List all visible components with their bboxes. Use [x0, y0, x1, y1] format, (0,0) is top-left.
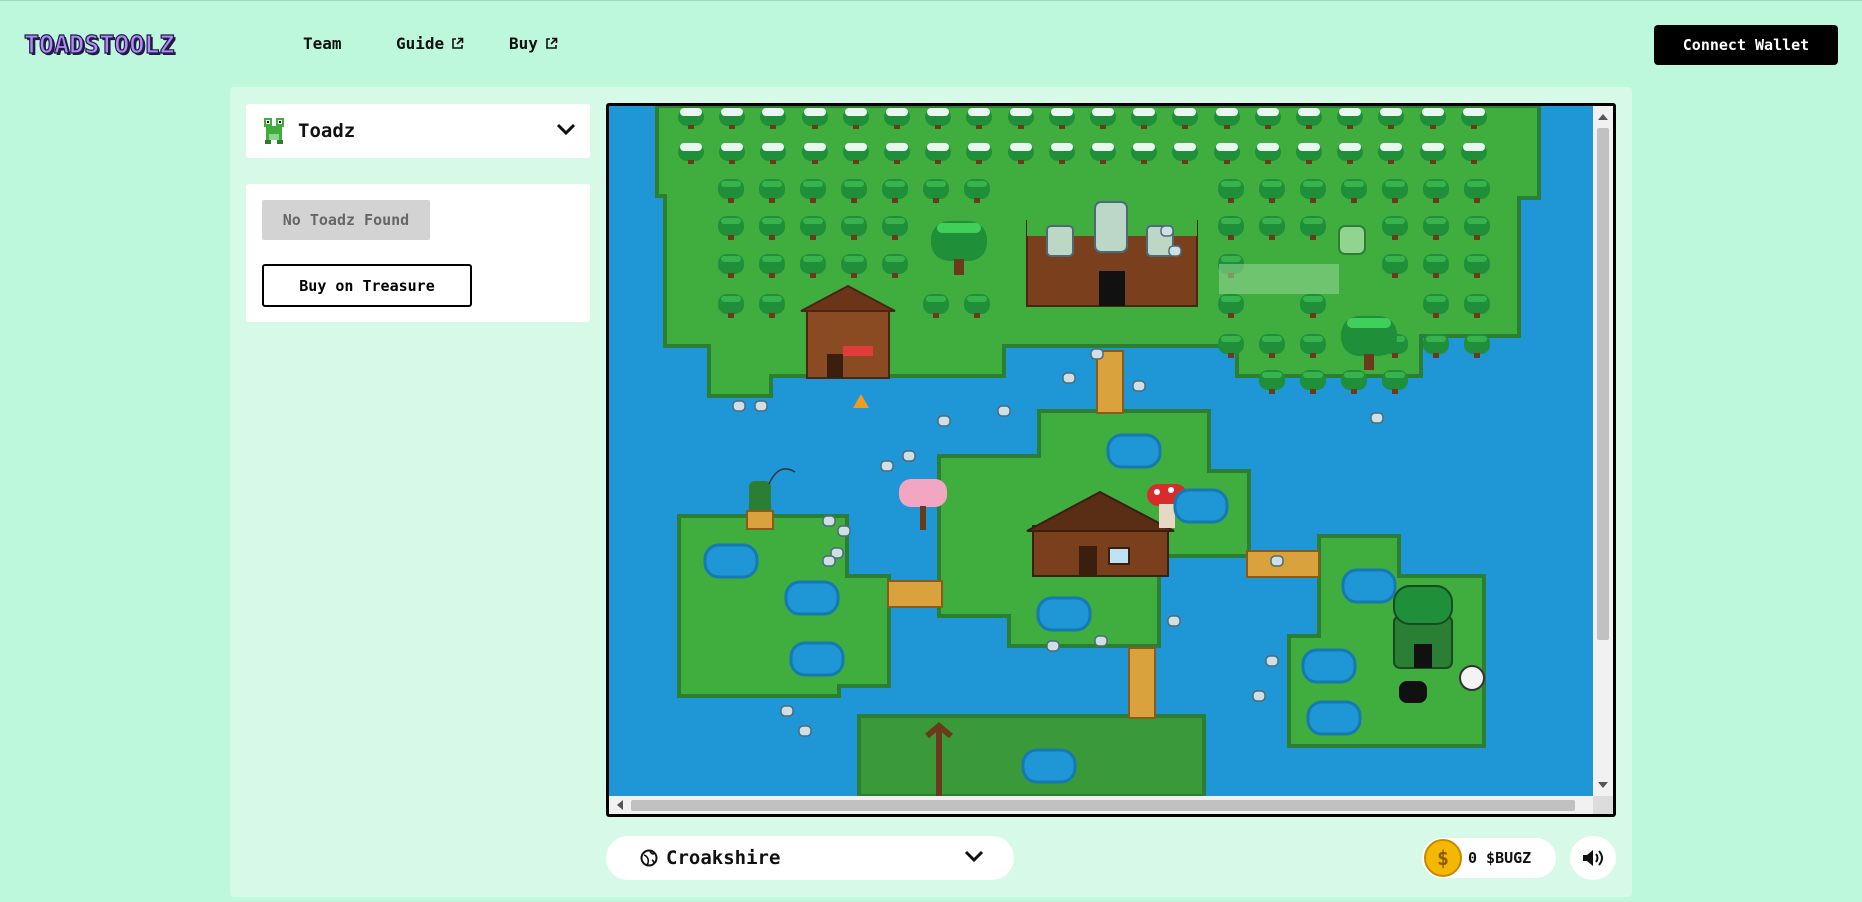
game-map[interactable] — [609, 106, 1593, 796]
sound-toggle-button[interactable] — [1570, 836, 1616, 880]
collection-select[interactable]: Toadz — [246, 104, 590, 158]
nav-buy-label: Buy — [509, 34, 538, 53]
rock — [1090, 348, 1104, 360]
external-link-icon — [546, 37, 558, 49]
connect-wallet-button[interactable]: Connect Wallet — [1654, 25, 1838, 65]
rock — [902, 450, 916, 462]
rock — [837, 525, 851, 537]
nav-team-label: Team — [303, 34, 342, 53]
game-map-viewport[interactable] — [606, 103, 1616, 817]
map-vertical-scroll-thumb[interactable] — [1597, 128, 1609, 640]
speaker-icon — [1583, 850, 1603, 866]
tree — [1300, 370, 1326, 394]
tree — [1382, 370, 1408, 394]
tree — [1341, 370, 1367, 394]
scroll-left-icon[interactable] — [617, 800, 623, 810]
tree — [1423, 334, 1449, 358]
bugz-coin-icon: $ — [1424, 839, 1462, 877]
map-horizontal-scrollbar[interactable] — [609, 796, 1613, 814]
rock — [880, 460, 894, 472]
rock — [1094, 635, 1108, 647]
header: TOADSTOOLZ Team Guide Buy Connect Wallet — [0, 0, 1862, 88]
rock — [822, 515, 836, 527]
nav-buy-link[interactable]: Buy — [509, 34, 558, 53]
no-toadz-badge: No Toadz Found — [262, 200, 430, 240]
globe-icon — [640, 849, 658, 867]
frog-icon — [264, 118, 284, 144]
world-select[interactable]: Croakshire — [606, 836, 1014, 880]
chevron-down-icon — [964, 850, 984, 863]
rock — [754, 400, 768, 412]
nav-guide-label: Guide — [396, 34, 445, 53]
nav-team-link[interactable]: Team — [303, 34, 342, 53]
rock — [1132, 380, 1146, 392]
scroll-down-icon[interactable] — [1598, 782, 1608, 788]
rock — [997, 405, 1011, 417]
nav-guide-link[interactable]: Guide — [396, 34, 464, 53]
bugz-balance-value: 0 $BUGZ — [1468, 849, 1532, 867]
rock — [1160, 225, 1174, 237]
rock — [1270, 555, 1284, 567]
toadstoolz-logo[interactable]: TOADSTOOLZ — [23, 29, 175, 59]
toadz-list: No Toadz Found Buy on Treasure — [246, 184, 590, 322]
external-link-icon — [452, 37, 464, 49]
rock — [822, 555, 836, 567]
collection-select-label: Toadz — [298, 120, 356, 142]
rock — [798, 725, 812, 737]
rock — [1252, 690, 1266, 702]
world-select-label: Croakshire — [666, 847, 781, 869]
map-horizontal-scroll-thumb[interactable] — [631, 800, 1575, 811]
map-vertical-scrollbar[interactable] — [1593, 106, 1613, 796]
rock — [1046, 640, 1060, 652]
rock — [780, 705, 794, 717]
tree — [1259, 370, 1285, 394]
scrollbar-corner — [1593, 796, 1613, 814]
rock — [1370, 412, 1384, 424]
tree — [1464, 334, 1490, 358]
chevron-down-icon — [556, 123, 576, 136]
scroll-up-icon[interactable] — [1598, 114, 1608, 120]
rock — [937, 415, 951, 427]
rock — [1168, 245, 1182, 257]
rock — [1062, 372, 1076, 384]
rock — [1265, 655, 1279, 667]
rock — [1167, 615, 1181, 627]
rock — [732, 400, 746, 412]
bugz-balance: $ 0 $BUGZ — [1422, 838, 1556, 878]
buy-on-treasure-button[interactable]: Buy on Treasure — [262, 264, 472, 307]
